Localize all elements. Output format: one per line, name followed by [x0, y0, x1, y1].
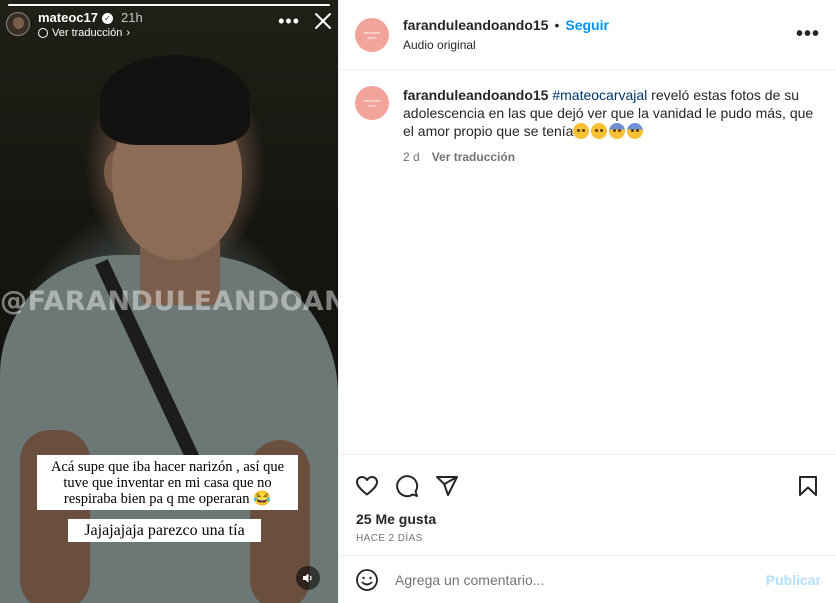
caption-body: faranduleandoando15 #mateocarvajal revel… [403, 86, 820, 454]
share-icon [436, 476, 458, 496]
heart-icon [356, 476, 378, 496]
emoji-picker-button[interactable] [355, 568, 379, 592]
story-time: 21h [120, 10, 143, 25]
story-header: mateoc17 ✓ 21h Ver traducción › ••• [6, 10, 332, 40]
share-button[interactable] [435, 474, 459, 498]
story-progress-fill [8, 4, 330, 6]
post-header: farandule ando faranduleandoando15 • Segu… [339, 0, 836, 70]
caption-avatar[interactable]: farandule ando [355, 86, 389, 120]
bookmark-icon [799, 476, 817, 496]
publish-button[interactable]: Publicar [766, 572, 821, 588]
story-actions: ••• [278, 10, 332, 30]
post-header-text: faranduleandoando15 • Seguir Audio origi… [403, 17, 609, 52]
story-caption-1: Acá supe que iba hacer narizón , así que… [37, 455, 298, 510]
comment-button[interactable] [395, 474, 419, 498]
avatar-logo: farandule ando [363, 98, 381, 108]
like-button[interactable] [355, 474, 379, 498]
emoji-pensive-icon [573, 123, 590, 139]
story-progress-bar [8, 4, 330, 6]
emoji-pensive-icon [591, 123, 608, 139]
emoji-fearful-icon [609, 123, 626, 139]
post-date[interactable]: HACE 2 DÍAS [339, 527, 836, 544]
verified-icon: ✓ [101, 12, 113, 24]
more-icon[interactable]: ••• [278, 12, 300, 30]
story-translate-link[interactable]: Ver traducción › [38, 27, 143, 39]
emoji-fearful-icon [627, 123, 644, 139]
follow-button[interactable]: Seguir [565, 17, 609, 33]
avatar-logo: farandule ando [363, 29, 381, 40]
caption-hashtag-link[interactable]: #mateocarvajal [552, 87, 647, 103]
caption-translate-link[interactable]: Ver traducción [432, 148, 515, 166]
comment-input[interactable] [395, 571, 766, 588]
save-button[interactable] [796, 474, 820, 498]
volume-icon [303, 573, 312, 583]
story-username[interactable]: mateoc17 [38, 10, 98, 26]
story-avatar[interactable] [6, 12, 30, 36]
post-header-row: faranduleandoando15 • Seguir [403, 17, 609, 33]
action-bar [339, 455, 836, 503]
story-translate-label: Ver traducción [52, 27, 123, 39]
caption-age[interactable]: 2 d [403, 148, 420, 166]
close-icon[interactable] [314, 12, 332, 30]
story-user-line: mateoc17 ✓ 21h [38, 10, 143, 26]
dot-separator: • [554, 17, 560, 33]
volume-button[interactable] [296, 566, 320, 590]
audio-link[interactable]: Audio original [403, 38, 609, 52]
emoji-icon [356, 568, 378, 591]
chevron-right-icon: › [126, 27, 130, 39]
comment-icon [396, 475, 419, 498]
story-media[interactable]: mateoc17 ✓ 21h Ver traducción › ••• @FAR… [0, 0, 338, 603]
photo-hair [100, 55, 250, 145]
post-side-panel: farandule ando faranduleandoando15 • Segu… [338, 0, 836, 603]
caption-username[interactable]: faranduleandoando15 [403, 87, 548, 103]
story-caption-2: Jajajajaja parezco una tía [68, 519, 261, 542]
caption-area: farandule ando faranduleandoando15 #mateo… [339, 70, 836, 455]
comment-bar: Publicar [339, 555, 836, 603]
post-username[interactable]: faranduleandoando15 [403, 17, 548, 33]
post-avatar[interactable]: farandule ando [355, 17, 389, 52]
story-meta: mateoc17 ✓ 21h Ver traducción › [38, 10, 143, 39]
more-icon[interactable]: ••• [796, 23, 820, 46]
likes-count[interactable]: 25 Me gusta [339, 503, 836, 527]
caption-text: faranduleandoando15 #mateocarvajal revel… [403, 86, 820, 140]
story-watermark: @FARANDULEANDOANDO15 [0, 286, 338, 317]
globe-icon [38, 28, 48, 38]
caption-meta: 2 d Ver traducción [403, 148, 820, 166]
